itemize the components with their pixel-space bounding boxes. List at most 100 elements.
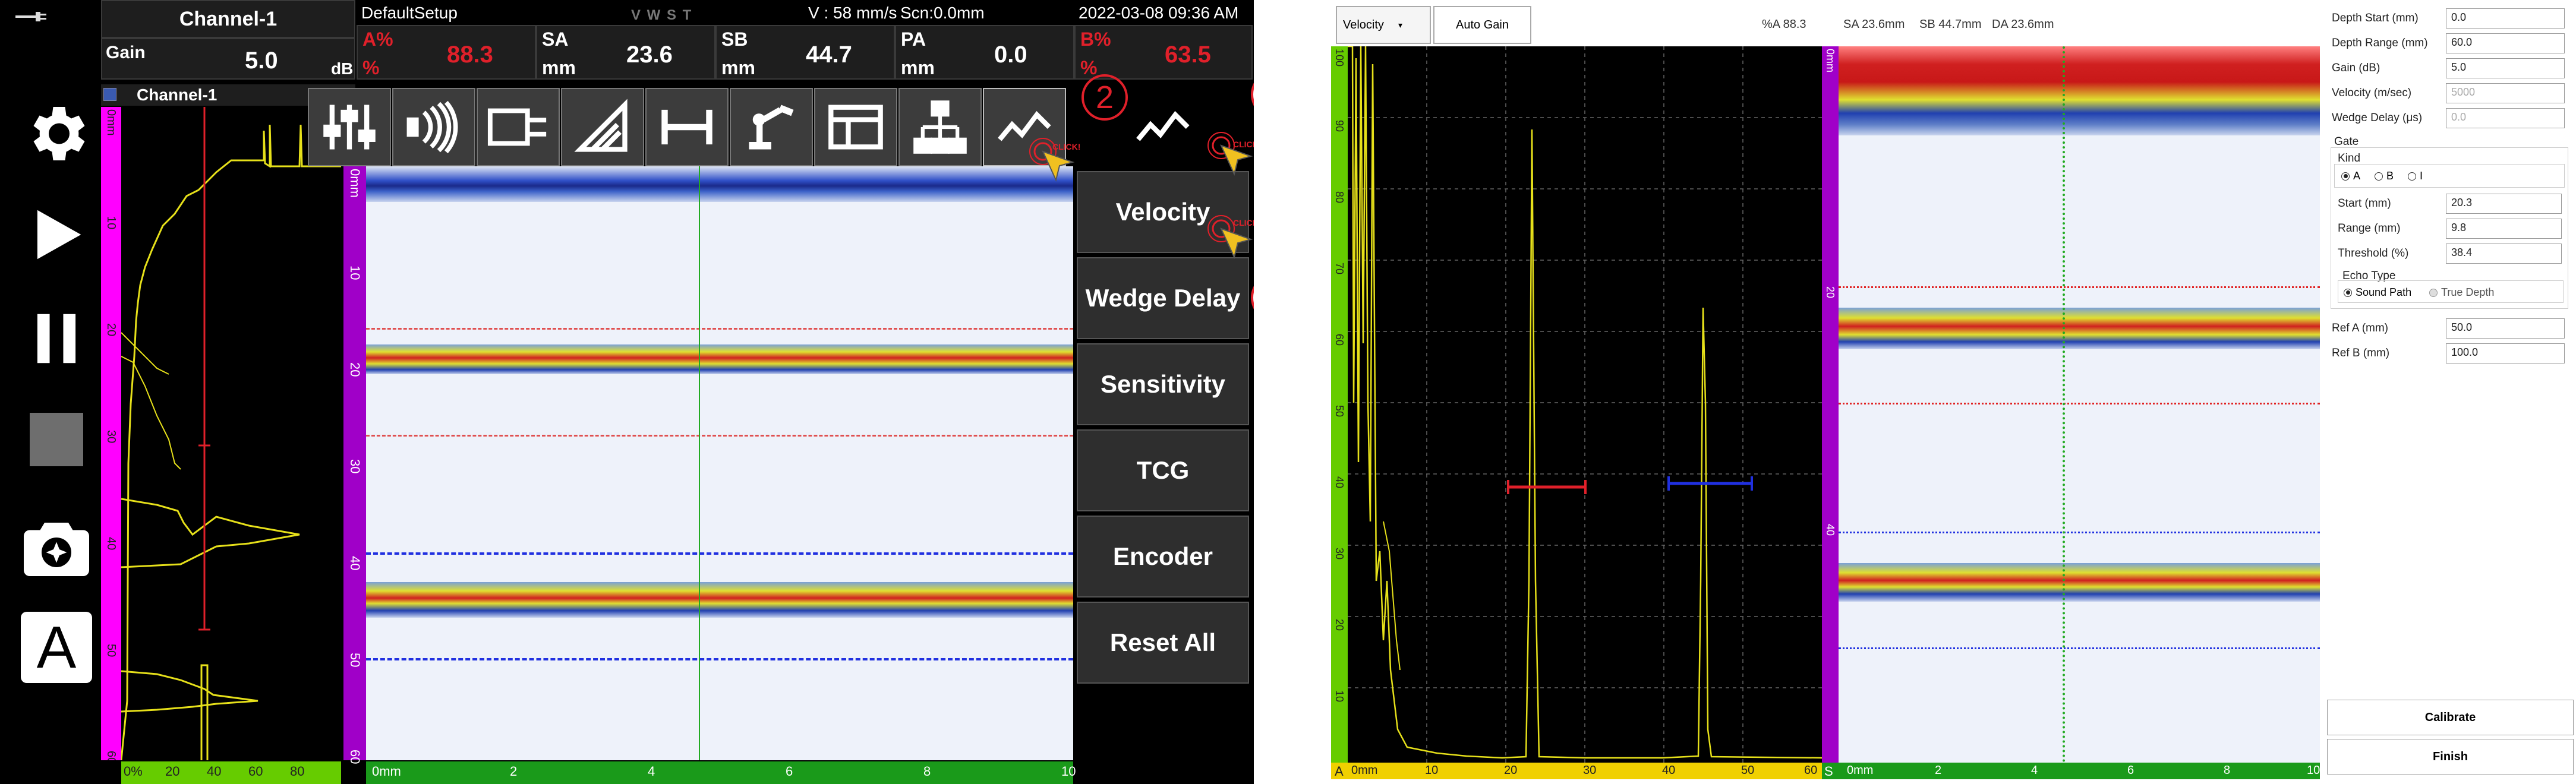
kind-radio-b[interactable]: B (2375, 170, 2394, 182)
annotation-3: 3 (1251, 273, 1254, 322)
readout-sa[interactable]: SA mm 23.6 (536, 25, 715, 80)
velocity-ms-value: 5000 (2451, 86, 2476, 98)
readout-sb-value: 44.7 (806, 42, 852, 68)
play-icon[interactable] (18, 196, 95, 273)
velocity-ms-label: Velocity (m/sec) (2332, 87, 2412, 99)
depth-start-input[interactable]: 0.0 (2446, 8, 2565, 29)
ref-a-label: Ref A (mm) (2332, 322, 2389, 334)
gate-threshold-input[interactable]: 38.4 (2446, 244, 2562, 264)
tool-probe[interactable] (477, 88, 560, 166)
finish-label: Finish (2433, 750, 2468, 763)
pause-icon[interactable] (18, 300, 95, 377)
readout-sb[interactable]: SB mm 44.7 (715, 25, 895, 80)
readout-b-label: B% (1080, 29, 1111, 50)
wedge-delay-value: 0.0 (2451, 111, 2467, 123)
ascan-axis-30: 30 (1583, 764, 1597, 777)
channel-tab-label: Channel-1 (179, 7, 278, 30)
kind-radio-b-label: B (2386, 170, 2394, 182)
tool-thickness[interactable] (645, 88, 729, 166)
ref-a-input[interactable]: 50.0 (2446, 318, 2565, 339)
gear-icon[interactable] (18, 95, 95, 172)
readout-b-value: 63.5 (1165, 42, 1211, 68)
robot-arm-icon (749, 105, 794, 150)
readout-pa-value: 0.0 (994, 42, 1027, 68)
amp-tick-1: 20 (165, 764, 180, 779)
readout-pa[interactable]: PA mm 0.0 (895, 25, 1074, 80)
gate-threshold-label: Threshold (%) (2338, 247, 2409, 260)
menu-reset-all[interactable]: Reset All (1077, 602, 1249, 684)
tool-wedge[interactable] (561, 88, 644, 166)
camera-icon[interactable] (18, 508, 95, 585)
kind-radio-i-label: I (2420, 170, 2423, 182)
tool-network[interactable] (898, 88, 982, 166)
bscan-axis-8: 8 (2224, 764, 2231, 777)
readout-a-unit: % (362, 57, 380, 78)
bscan-axis-4: 4 (2031, 764, 2038, 777)
gate-start-input[interactable]: 20.3 (2446, 194, 2562, 214)
menu-sensitivity[interactable]: Sensitivity (1077, 343, 1249, 425)
echo-true-depth-radio[interactable]: True Depth (2429, 286, 2494, 299)
ref-b-input[interactable]: 100.0 (2446, 343, 2565, 363)
menu-encoder[interactable]: Encoder (1077, 516, 1249, 598)
ascan-axis-a: A (1335, 764, 1344, 779)
tool-gain[interactable] (308, 88, 391, 166)
finish-button[interactable]: Finish (2327, 739, 2574, 774)
kind-radio-i[interactable]: I (2408, 170, 2423, 182)
gain-db-value: 5.0 (2451, 61, 2467, 73)
gain-readout[interactable]: Gain 5.0 dB (101, 38, 355, 80)
depth-tick-6: 60 (105, 751, 118, 760)
velocity-select[interactable]: Velocity ▾ (1336, 6, 1431, 44)
stop-icon[interactable] (18, 401, 95, 478)
bscan-depth-tick-4: 40 (348, 556, 362, 571)
bscan-axis-0mm: 0mm (1847, 764, 1874, 777)
bscan-depth-tick-6: 60 (348, 750, 362, 764)
channel-tab[interactable]: Channel-1 (101, 0, 355, 38)
gate-start-label: Start (mm) (2338, 197, 2391, 210)
pc-screen: Velocity ▾ Auto Gain %A 88.3 SA 23.6mm S… (1331, 0, 2576, 784)
text-a-icon[interactable]: A (18, 609, 95, 686)
ascan-amp-tick-6: 40 (1333, 476, 1345, 489)
bscan-axis-6: 6 (2127, 764, 2134, 777)
radio-selected-icon (2344, 288, 2352, 297)
menu-tcg[interactable]: TCG (1077, 429, 1249, 511)
tool-display[interactable] (814, 88, 897, 166)
readout-sa-unit: mm (542, 57, 576, 78)
readout-pa-unit: mm (901, 57, 935, 78)
click-cursor-1: CLICK! (1203, 128, 1254, 193)
wedge-delay-input[interactable]: 0.0 (2446, 108, 2565, 128)
depth-tick-1: 10 (105, 216, 118, 230)
click-cursor-1-text: CLICK! (1233, 140, 1254, 149)
bscan-depth-tick-3: 30 (348, 459, 362, 474)
kind-radio-a[interactable]: A (2341, 170, 2360, 182)
channel-sub-label: Channel-1 (137, 86, 217, 104)
echo-sound-path-radio[interactable]: Sound Path (2344, 286, 2411, 299)
readout-b-percent[interactable]: B% % 63.5 (1074, 25, 1253, 80)
velocity-ms-input[interactable]: 5000 (2446, 83, 2565, 103)
scan-tick-2: 4 (648, 764, 655, 779)
depth-range-input[interactable]: 60.0 (2446, 33, 2565, 53)
tool-scanner[interactable] (730, 88, 813, 166)
calibrate-button[interactable]: Calibrate (2327, 700, 2574, 735)
setup-name: DefaultSetup (361, 4, 458, 22)
thickness-icon (661, 109, 712, 145)
depth-start-label: Depth Start (mm) (2332, 12, 2419, 24)
tool-pulser[interactable] (392, 88, 475, 166)
click-cursor-2-text: CLICK! (1052, 142, 1081, 151)
gain-db-input[interactable]: 5.0 (2446, 58, 2565, 78)
wedge-delay-label: Wedge Delay (μs) (2332, 112, 2423, 124)
bscan-depth-tick-5: 50 (348, 653, 362, 668)
bscan-depth-tick-2: 20 (348, 362, 362, 377)
ascan-amp-tick-4: 60 (1333, 334, 1345, 346)
readout-pa-label: PA (901, 29, 926, 50)
status-sa: SA 23.6mm (1843, 18, 1905, 31)
calibrate-label: Calibrate (2424, 710, 2476, 724)
readout-a-percent[interactable]: A% % 88.3 (357, 25, 536, 80)
annotation-2-label: 2 (1095, 80, 1114, 115)
bscan-scan-ruler: 0mm 2 4 6 8 10 (366, 761, 1076, 784)
auto-gain-button[interactable]: Auto Gain (1433, 6, 1531, 44)
gate-range-input[interactable]: 9.8 (2446, 219, 2562, 239)
echo-sound-path-label: Sound Path (2356, 286, 2412, 298)
bscan-depth-tick-0: 0mm (348, 169, 362, 198)
amp-tick-2: 40 (207, 764, 222, 779)
ascan-amp-tick-8: 20 (1333, 619, 1345, 631)
